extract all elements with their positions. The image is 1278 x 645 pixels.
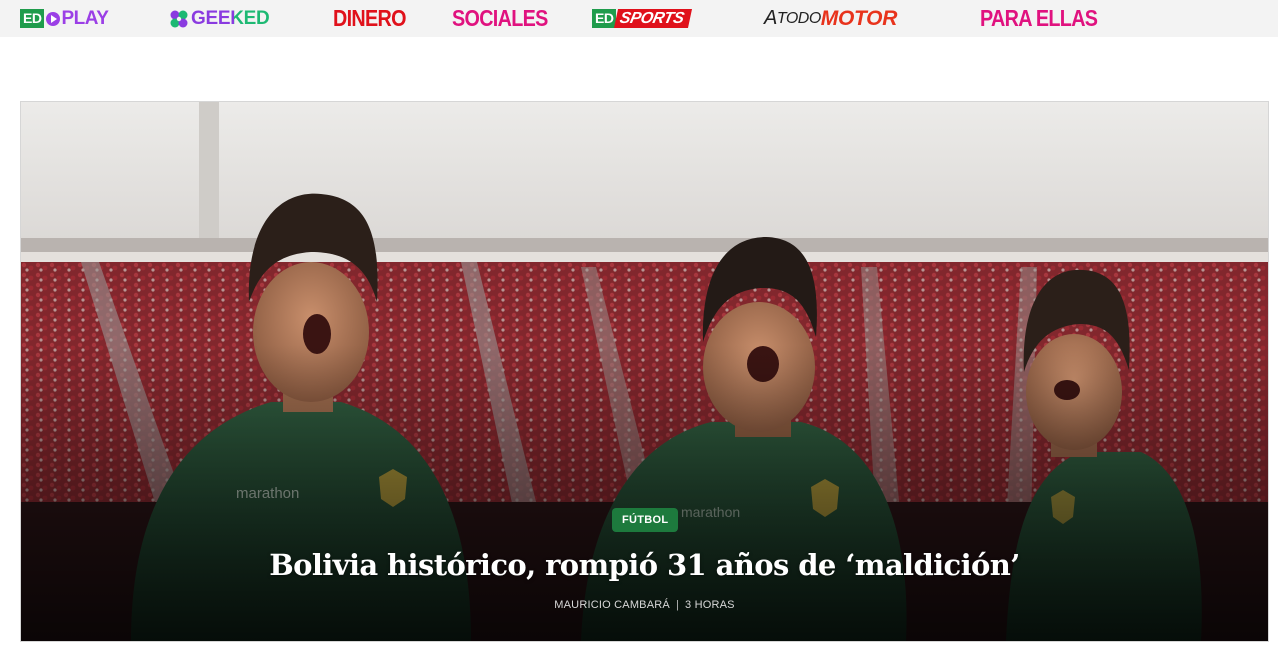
dinero-label: DINERO [333, 5, 406, 31]
geeked-label: GEEKED [191, 7, 270, 29]
sociales-label: SOCIALES [452, 5, 548, 31]
category-badge[interactable]: FÚTBOL [612, 508, 679, 532]
article-author[interactable]: MAURICIO CAMBARÁ [554, 599, 670, 611]
atodomotor-a: A [764, 7, 777, 29]
article-time: 3 HORAS [685, 599, 735, 611]
play-icon [46, 11, 61, 26]
geeked-clover-icon [170, 10, 188, 27]
edplay-label: PLAY [61, 7, 109, 29]
brand-bar: ED PLAY GEEKED DINERO SOCIALES ED SPORTS… [0, 0, 1278, 37]
brand-link-paraellas[interactable]: PARA ELLAS [980, 0, 1116, 37]
paraellas-label: PARA ELLAS [980, 5, 1098, 31]
atodomotor-todo: TODO [776, 9, 821, 27]
article-byline: MAURICIO CAMBARÁ | 3 HORAS [21, 599, 1268, 611]
featured-article-card[interactable]: marathon marathon FÚTBOL Bolivia históri… [20, 101, 1269, 642]
brand-link-edsports[interactable]: ED SPORTS [592, 0, 693, 37]
brand-link-geeked[interactable]: GEEKED [169, 0, 270, 37]
edplay-ed-mark: ED [20, 9, 45, 28]
brand-link-sociales[interactable]: SOCIALES [452, 0, 563, 37]
brand-link-dinero[interactable]: DINERO [333, 0, 418, 37]
brand-link-edplay[interactable]: ED PLAY [20, 0, 109, 37]
edsports-ed-mark: ED [592, 9, 617, 28]
brand-link-atodomotor[interactable]: A TODO MOTOR [764, 0, 897, 37]
byline-separator: | [675, 599, 679, 611]
atodomotor-motor: MOTOR [820, 6, 898, 30]
edsports-label: SPORTS [614, 9, 693, 28]
article-headline[interactable]: Bolivia histórico, rompió 31 años de ‘ma… [21, 548, 1268, 582]
